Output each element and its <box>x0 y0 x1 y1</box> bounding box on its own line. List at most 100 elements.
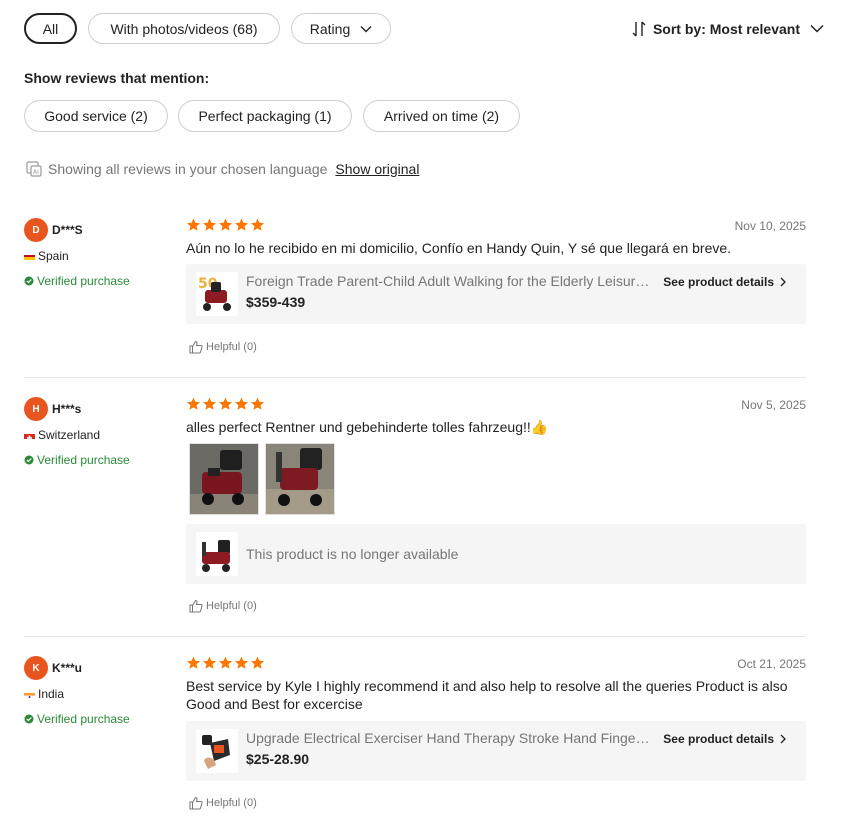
mention-tag-label: Good service (2) <box>44 108 148 124</box>
review-item: D D***S Spain Verified purchase Nov 10, … <box>24 218 806 358</box>
verified-label: Verified purchase <box>37 453 130 467</box>
star-icon <box>251 218 264 231</box>
product-price: $359-439 <box>246 294 306 310</box>
verified-purchase-badge: Verified purchase <box>24 453 130 467</box>
country-name: India <box>38 687 65 701</box>
see-product-details-link[interactable]: See product details <box>663 732 786 746</box>
star-icon <box>203 218 216 231</box>
verified-check-icon <box>24 276 34 286</box>
star-icon <box>235 656 248 669</box>
review-divider <box>24 377 806 378</box>
reviewer-country: India <box>24 687 64 701</box>
sort-icon <box>632 21 646 36</box>
sort-prefix: Sort by: <box>652 20 710 37</box>
reviewer-country: Spain <box>24 249 69 263</box>
product-card[interactable]: Upgrade Electrical Exerciser Hand Therap… <box>186 721 806 781</box>
helpful-button[interactable]: Helpful (0) <box>189 340 257 354</box>
star-icon <box>219 397 232 410</box>
language-notice-text: Showing all reviews in your chosen langu… <box>48 161 328 177</box>
chevron-down-icon <box>360 25 372 32</box>
mention-tag-arrived-on-time[interactable]: Arrived on time (2) <box>363 100 520 132</box>
avatar: H <box>24 397 48 421</box>
review-text: Best service by Kyle I highly recommend … <box>186 678 788 712</box>
product-price: $25-28.90 <box>246 751 310 767</box>
star-rating <box>186 218 266 232</box>
thumbs-up-icon <box>189 599 203 613</box>
see-product-details-link[interactable]: See product details <box>663 275 786 289</box>
filter-with-media-button[interactable]: With photos/videos (68) <box>88 13 280 44</box>
helpful-label: Helpful (0) <box>206 341 257 353</box>
show-original-link[interactable]: Show original <box>335 161 419 177</box>
helpful-button[interactable]: Helpful (0) <box>189 599 257 613</box>
filter-bar: All With photos/videos (68) Rating Sort … <box>24 13 824 44</box>
reviewer-name: D***S <box>52 223 83 237</box>
product-card[interactable]: 50 Foreign Trade Parent-Child Adult Walk… <box>186 264 806 324</box>
mention-tag-label: Arrived on time (2) <box>383 108 500 124</box>
sort-value: Most relevant <box>709 20 800 37</box>
review-photos <box>186 443 346 515</box>
spain-flag-icon <box>24 252 35 260</box>
helpful-button[interactable]: Helpful (0) <box>189 796 257 810</box>
chevron-right-icon <box>780 734 786 744</box>
helpful-label: Helpful (0) <box>206 797 257 809</box>
product-thumbnail <box>196 532 238 576</box>
filter-rating-dropdown[interactable]: Rating <box>291 13 391 44</box>
see-product-details-label: See product details <box>663 275 774 289</box>
avatar: D <box>24 218 48 242</box>
verified-label: Verified purchase <box>37 274 130 288</box>
review-photo[interactable] <box>189 443 259 515</box>
product-thumbnail <box>196 729 238 773</box>
mentions-title: Show reviews that mention: <box>24 70 210 86</box>
filter-with-media-label: With photos/videos (68) <box>110 20 258 37</box>
filter-rating-label: Rating <box>309 20 351 37</box>
reviewer-name: K***u <box>52 661 83 675</box>
review-photo[interactable] <box>265 443 335 515</box>
svg-text:AI: AI <box>33 169 39 176</box>
review-text: alles perfect Rentner und gebehinderte t… <box>186 419 549 435</box>
india-flag-icon <box>24 690 35 698</box>
mention-tag-perfect-packaging[interactable]: Perfect packaging (1) <box>178 100 352 132</box>
product-card[interactable]: This product is no longer available <box>186 524 806 584</box>
mention-tag-good-service[interactable]: Good service (2) <box>24 100 168 132</box>
verified-check-icon <box>24 455 34 465</box>
language-notice: AI Showing all reviews in your chosen la… <box>26 160 419 178</box>
star-icon <box>251 656 264 669</box>
thumbs-up-icon <box>189 340 203 354</box>
star-icon <box>219 218 232 231</box>
verified-check-icon <box>24 714 34 724</box>
chevron-down-icon <box>810 24 824 33</box>
star-icon <box>187 656 200 669</box>
helpful-label: Helpful (0) <box>206 600 257 612</box>
see-product-details-label: See product details <box>663 732 774 746</box>
translate-icon: AI <box>26 161 42 177</box>
review-date: Nov 10, 2025 <box>734 219 806 233</box>
filter-all-label: All <box>42 20 59 37</box>
star-icon <box>235 397 248 410</box>
star-rating <box>186 656 266 670</box>
reviewer-name: H***s <box>52 402 82 416</box>
star-icon <box>203 656 216 669</box>
star-icon <box>235 218 248 231</box>
reviewer-country: Switzerland <box>24 428 100 442</box>
verified-label: Verified purchase <box>37 712 130 726</box>
chevron-right-icon <box>780 277 786 287</box>
review-text: Aún no lo he recibido en mi domicilio, C… <box>186 240 732 256</box>
sort-dropdown[interactable]: Sort by: Most relevant <box>631 13 824 44</box>
star-rating <box>186 397 266 411</box>
review-date: Nov 5, 2025 <box>741 398 806 412</box>
mention-tag-label: Perfect packaging (1) <box>198 108 332 124</box>
filter-all-button[interactable]: All <box>24 13 77 44</box>
review-item: K K***u India Verified purchase Oct 21, … <box>24 656 806 821</box>
switzerland-flag-icon <box>24 431 35 439</box>
review-divider <box>24 636 806 637</box>
star-icon <box>251 397 264 410</box>
product-unavailable-text: This product is no longer available <box>246 546 459 562</box>
star-icon <box>187 397 200 410</box>
thumbs-up-icon <box>189 796 203 810</box>
verified-purchase-badge: Verified purchase <box>24 712 130 726</box>
product-title: Upgrade Electrical Exerciser Hand Therap… <box>246 730 654 746</box>
star-icon <box>219 656 232 669</box>
mention-tags: Good service (2) Perfect packaging (1) A… <box>24 100 624 132</box>
review-item: H H***s Switzerland Verified purchase No… <box>24 397 806 617</box>
country-name: Switzerland <box>38 428 101 442</box>
